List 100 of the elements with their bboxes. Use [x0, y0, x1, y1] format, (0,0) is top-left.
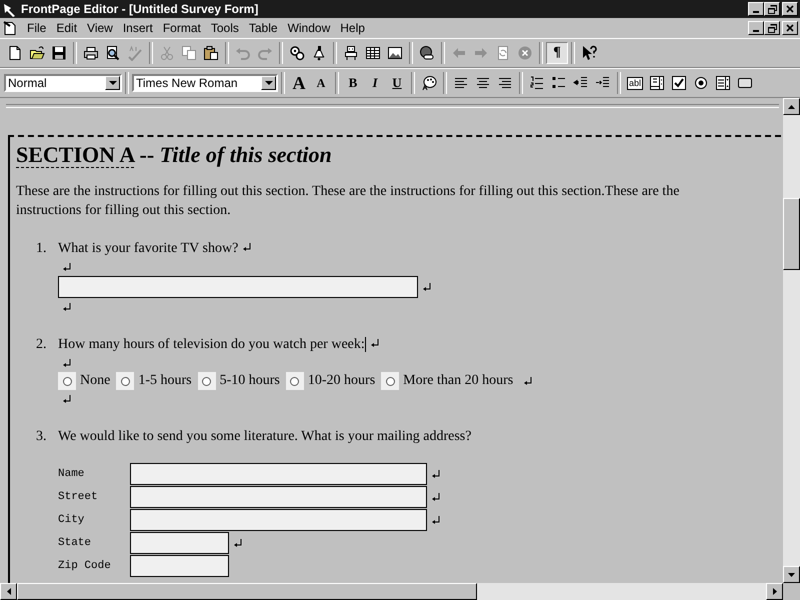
scroll-left-button[interactable]: [0, 583, 17, 600]
menu-item[interactable]: File: [22, 21, 52, 35]
instructions-text: These are the instructions for filling out this section. These are the instructions for filling out this section.These are the instructions for filling out this section.: [16, 183, 680, 220]
menu-item[interactable]: Insert: [118, 21, 158, 35]
paragraph-mark-icon: [422, 282, 432, 292]
option-label: 1-5 hours: [138, 373, 192, 389]
paragraph-mark-icon: [242, 242, 252, 252]
palette-icon: [421, 75, 437, 91]
menu-item[interactable]: View: [82, 21, 118, 35]
option-label: More than 20 hours: [403, 373, 514, 389]
down-arrow-icon: [788, 572, 795, 576]
minimize-button[interactable]: [748, 21, 764, 35]
minimize-button[interactable]: [748, 2, 764, 16]
restore-icon: [768, 24, 776, 32]
right-arrow-icon: [473, 45, 489, 61]
push-button-icon: [737, 75, 753, 91]
align-center-icon: [475, 75, 491, 91]
radio-button[interactable]: [62, 376, 72, 386]
paragraph-mark-icon: [62, 394, 72, 404]
paragraph-mark-icon: [523, 376, 534, 386]
scroll-up-button[interactable]: [783, 98, 800, 115]
paragraph-mark-icon: [233, 538, 243, 548]
text-field[interactable]: [130, 486, 427, 508]
question-text: What is your favorite TV show?: [58, 240, 238, 258]
scrollbar-corner: [783, 583, 800, 600]
clipboard-icon: [203, 45, 219, 61]
left-arrow-icon: [6, 588, 10, 595]
refresh-icon: [495, 45, 511, 61]
dropdown-arrow-icon: [108, 81, 116, 85]
spell-check-icon: [127, 45, 143, 61]
help-pointer-icon: [581, 45, 597, 61]
menu-item[interactable]: Tools: [206, 21, 244, 35]
stop-icon: [517, 45, 533, 61]
align-left-icon: [453, 75, 469, 91]
app-logo-icon: [2, 1, 18, 17]
option-label: 5-10 hours: [220, 373, 280, 389]
magnifier-page-icon: [105, 45, 121, 61]
scissors-icon: [159, 45, 175, 61]
align-right-icon: [497, 75, 513, 91]
menu-item[interactable]: Format: [158, 21, 206, 35]
field-label: State: [58, 537, 92, 549]
paragraph-mark-icon: [62, 302, 72, 312]
undo-icon: [235, 45, 251, 61]
text-box-button[interactable]: abl: [624, 72, 646, 94]
menu-item[interactable]: Table: [244, 21, 283, 35]
up-arrow-icon: [788, 104, 795, 108]
robot-icon: [343, 45, 359, 61]
dropdown-box-icon: [715, 75, 731, 91]
radio-button[interactable]: [120, 376, 130, 386]
menu-item[interactable]: Edit: [51, 21, 82, 35]
shrink-font-button[interactable]: A: [310, 72, 332, 94]
show-marks-button[interactable]: ¶: [546, 42, 568, 64]
text-field[interactable]: [130, 463, 427, 485]
paragraph-mark-icon: [431, 515, 441, 525]
globe-link-icon: [419, 45, 435, 61]
question-number: 1.: [36, 240, 48, 258]
text-field[interactable]: [58, 276, 418, 298]
restore-button[interactable]: [764, 21, 780, 35]
close-button[interactable]: [782, 21, 798, 35]
radio-button[interactable]: [290, 376, 300, 386]
image-icon: [387, 45, 403, 61]
question-text: How many hours of television do you watch per week:: [58, 336, 365, 354]
scrolling-text-box-icon: [649, 75, 665, 91]
text-field[interactable]: [130, 509, 427, 531]
radio-button[interactable]: [386, 376, 395, 386]
printer-icon: [83, 45, 99, 61]
checkbox-icon: [671, 75, 687, 91]
paragraph-mark-icon: [431, 469, 441, 479]
menu-item[interactable]: Window: [282, 21, 336, 35]
restore-button[interactable]: [764, 2, 780, 16]
menu-item[interactable]: Help: [335, 21, 370, 35]
redo-icon: [257, 45, 273, 61]
underline-button[interactable]: U: [386, 72, 408, 94]
scroll-right-button[interactable]: [766, 583, 783, 600]
font-dropdown[interactable]: Times New Roman: [132, 74, 278, 92]
close-icon: [786, 24, 794, 32]
field-label: Zip Code: [58, 560, 112, 572]
style-dropdown[interactable]: Normal: [4, 74, 122, 92]
scrollbar-thumb[interactable]: [783, 198, 800, 270]
restore-icon: [768, 4, 776, 14]
paragraph-mark-icon: [431, 492, 441, 502]
bold-button[interactable]: B: [342, 72, 364, 94]
document-icon[interactable]: [2, 20, 18, 36]
question-number: 2.: [36, 336, 48, 354]
text-field[interactable]: [130, 532, 229, 554]
italic-button[interactable]: I: [364, 72, 386, 94]
scroll-down-button[interactable]: [783, 566, 800, 583]
close-button[interactable]: [782, 2, 798, 16]
text-field[interactable]: [130, 555, 229, 577]
numbered-list-icon: [529, 75, 545, 91]
window-title: FrontPage Editor - [Untitled Survey Form]: [21, 2, 260, 16]
right-arrow-icon: [772, 588, 776, 595]
radio-button[interactable]: [202, 376, 212, 386]
new-page-icon: [7, 45, 23, 61]
grow-font-button[interactable]: A: [288, 72, 310, 94]
question-text: We would like to send you some literature. What is your mailing address?: [58, 428, 472, 446]
paragraph-mark-icon: [62, 358, 72, 368]
question-number: 3.: [36, 428, 48, 446]
copy-icon: [181, 45, 197, 61]
scrollbar-thumb[interactable]: [17, 583, 477, 600]
